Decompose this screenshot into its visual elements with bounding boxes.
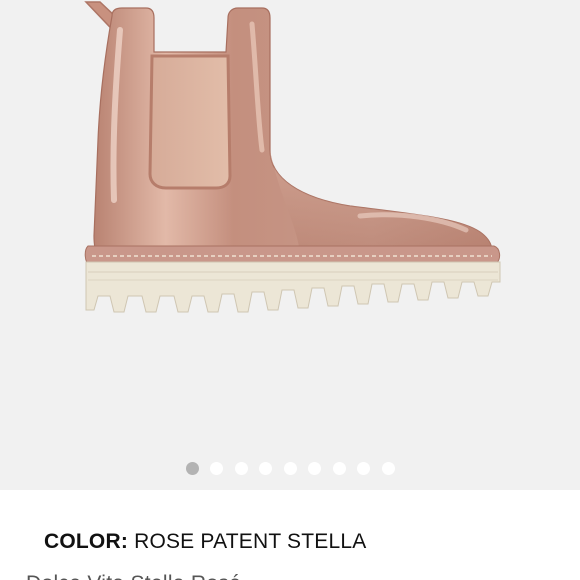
carousel-dot[interactable] — [332, 461, 346, 475]
elastic-panel — [148, 54, 232, 190]
product-title: Dolce Vita Stella Rosé — [26, 572, 241, 580]
color-label: COLOR: — [44, 530, 129, 553]
carousel-dots — [0, 460, 580, 476]
boot-sole — [85, 261, 501, 313]
product-page: COLOR: ROSE PATENT STELLA Dolce Vita Ste… — [0, 0, 580, 580]
carousel-dot[interactable] — [234, 461, 248, 475]
color-value: ROSE PATENT STELLA — [134, 530, 367, 553]
carousel-dot[interactable] — [259, 461, 272, 475]
carousel-dot[interactable] — [308, 461, 321, 475]
carousel-dot[interactable] — [283, 461, 297, 475]
color-info: COLOR: ROSE PATENT STELLA — [44, 530, 366, 554]
image-gallery[interactable] — [0, 0, 580, 490]
carousel-dot[interactable] — [357, 461, 370, 475]
carousel-dot[interactable] — [381, 461, 395, 475]
product-image[interactable] — [0, 0, 580, 440]
carousel-dot[interactable] — [210, 461, 223, 475]
carousel-dot[interactable] — [185, 461, 199, 475]
